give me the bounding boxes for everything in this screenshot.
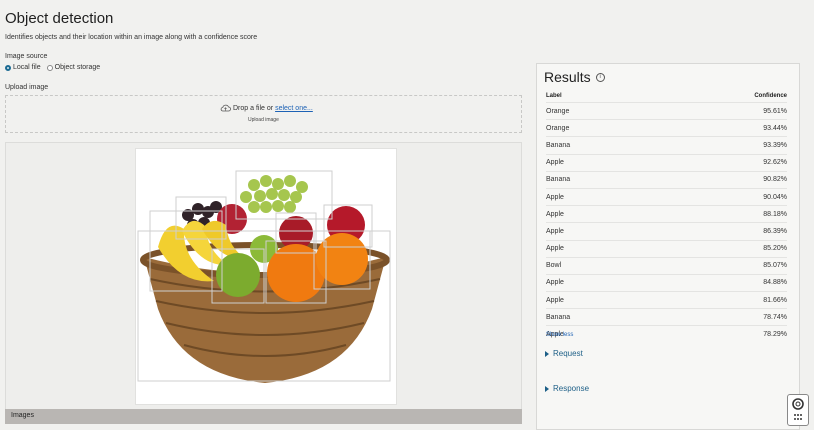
fruit-basket-image — [136, 149, 394, 402]
show-less-link[interactable]: Show less — [546, 332, 573, 338]
image-preview-panel — [5, 142, 522, 410]
info-icon[interactable]: i — [595, 72, 605, 82]
expand-triangle-icon — [545, 350, 549, 357]
image-source-radio-group: Local file Object storage — [5, 64, 100, 71]
result-label: Apple — [546, 210, 564, 218]
result-label: Banana — [546, 176, 571, 184]
result-label: Banana — [546, 141, 571, 149]
expand-triangle-icon — [545, 385, 549, 392]
column-header-confidence: Confidence — [754, 93, 787, 99]
results-title: Results — [544, 69, 591, 85]
result-label: Apple — [546, 193, 564, 201]
radio-selected-icon — [5, 64, 11, 71]
result-row: Apple 90.04% — [546, 187, 787, 205]
image-source-label: Image source — [5, 53, 48, 60]
result-confidence: 85.07% — [763, 262, 787, 270]
column-header-label: Label — [546, 93, 562, 99]
grid-dots-icon — [794, 414, 802, 420]
result-label: Apple — [546, 296, 564, 304]
result-confidence: 78.74% — [763, 313, 787, 321]
radio-label: Local file — [13, 64, 41, 71]
result-confidence: 95.61% — [763, 107, 787, 115]
result-label: Orange — [546, 124, 570, 132]
result-confidence: 78.29% — [763, 331, 787, 339]
upload-dropzone[interactable]: Drop a file or select one... Upload imag… — [5, 95, 522, 133]
result-row: Orange 93.44% — [546, 119, 787, 136]
result-confidence: 92.62% — [763, 159, 787, 167]
result-label: Orange — [546, 107, 570, 115]
result-confidence: 90.82% — [763, 176, 787, 184]
result-row: Apple 92.62% — [546, 153, 787, 171]
result-confidence: 81.66% — [763, 296, 787, 304]
result-row: Bowl 85.07% — [546, 256, 787, 274]
result-confidence: 84.88% — [763, 279, 787, 287]
results-table-header: Label Confidence — [546, 93, 787, 99]
result-row: Apple 86.39% — [546, 222, 787, 239]
response-label: Response — [553, 384, 590, 393]
image-preview-frame — [135, 148, 397, 405]
result-row: Orange 95.61% — [546, 102, 787, 119]
result-confidence: 86.39% — [763, 227, 787, 235]
result-label: Apple — [546, 279, 564, 287]
results-header: Results i — [544, 69, 605, 85]
result-confidence: 90.04% — [763, 193, 787, 201]
drop-text: Drop a file or — [233, 104, 274, 112]
radio-label: Object storage — [54, 64, 101, 71]
result-confidence: 85.20% — [763, 245, 787, 253]
drop-prompt: Drop a file or select one... — [220, 104, 313, 112]
radio-local-file[interactable]: Local file — [5, 64, 41, 71]
help-widget-button[interactable] — [787, 394, 809, 426]
page-subtitle: Identifies objects and their location wi… — [5, 34, 258, 41]
result-row: Apple 84.88% — [546, 273, 787, 291]
result-label: Bowl — [546, 262, 562, 270]
select-file-link[interactable]: select one... — [275, 105, 313, 112]
result-row: Banana 93.39% — [546, 136, 787, 153]
radio-unselected-icon — [46, 64, 53, 71]
result-row: Apple 88.18% — [546, 205, 787, 222]
result-label: Apple — [546, 227, 564, 235]
results-table-body: Orange 95.61% Orange 93.44% Banana 93.39% Appl… — [546, 102, 787, 343]
result-confidence: 93.44% — [763, 124, 787, 132]
response-expander[interactable]: Response — [545, 384, 589, 393]
result-row: Apple 81.66% — [546, 291, 787, 308]
upload-cloud-icon — [220, 104, 231, 112]
result-label: Apple — [546, 245, 564, 253]
request-label: Request — [553, 349, 583, 358]
result-row: Banana 78.74% — [546, 308, 787, 325]
results-panel: Results i Label Confidence Orange 95.61% O… — [536, 63, 800, 430]
result-confidence: 88.18% — [763, 210, 787, 218]
result-confidence: 93.39% — [763, 141, 787, 149]
help-lifebuoy-icon — [792, 398, 804, 410]
page-title: Object detection — [5, 10, 114, 27]
radio-object-storage[interactable]: Object storage — [46, 64, 101, 71]
images-section-bar[interactable]: Images — [5, 409, 522, 424]
upload-image-label: Upload image — [5, 84, 49, 91]
result-row: Apple 78.29% — [546, 325, 787, 342]
result-label: Banana — [546, 313, 571, 321]
result-label: Apple — [546, 159, 564, 167]
result-row: Apple 85.20% — [546, 239, 787, 257]
upload-subtext: Upload image — [248, 117, 279, 123]
result-row: Banana 90.82% — [546, 170, 787, 188]
request-expander[interactable]: Request — [545, 349, 583, 358]
